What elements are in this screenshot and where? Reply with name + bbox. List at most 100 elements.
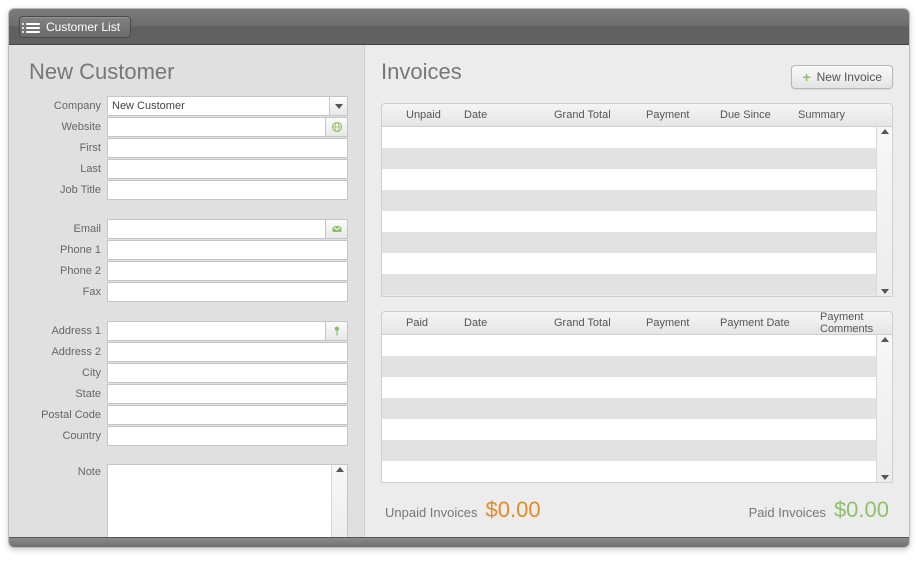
table-row[interactable] — [382, 419, 876, 440]
col-paid-total[interactable]: Grand Total — [550, 317, 642, 329]
new-customer-heading: New Customer — [29, 59, 348, 85]
paid-table-header: Paid Date Grand Total Payment Payment Da… — [381, 311, 893, 335]
unpaid-total-value: $0.00 — [486, 497, 541, 523]
address-group: Address 1 Address 2 City — [29, 320, 348, 447]
customer-form-panel: New Customer Company Website — [9, 45, 365, 537]
jobtitle-label: Job Title — [29, 184, 107, 196]
postal-input[interactable] — [107, 405, 348, 425]
scroll-down-icon — [881, 289, 889, 294]
open-website-button[interactable] — [326, 117, 348, 137]
col-unpaid-payment[interactable]: Payment — [642, 109, 716, 121]
paid-total-label: Paid Invoices — [749, 505, 826, 520]
note-input[interactable] — [108, 465, 331, 537]
bottom-bar — [9, 537, 909, 547]
table-row[interactable] — [382, 335, 876, 356]
col-unpaid-status[interactable]: Unpaid — [382, 109, 460, 121]
globe-icon — [331, 121, 343, 133]
last-input[interactable] — [107, 159, 348, 179]
send-email-button[interactable] — [326, 219, 348, 239]
col-paid-date[interactable]: Date — [460, 317, 550, 329]
col-unpaid-total[interactable]: Grand Total — [550, 109, 642, 121]
list-icon — [26, 21, 40, 33]
fax-label: Fax — [29, 286, 107, 298]
note-scrollbar[interactable] — [331, 465, 347, 537]
phone2-input[interactable] — [107, 261, 348, 281]
website-input[interactable] — [107, 117, 326, 137]
first-input[interactable] — [107, 138, 348, 158]
phone1-label: Phone 1 — [29, 244, 107, 256]
phone1-input[interactable] — [107, 240, 348, 260]
fax-input[interactable] — [107, 282, 348, 302]
email-input[interactable] — [107, 219, 326, 239]
paid-invoices-table: Paid Date Grand Total Payment Payment Da… — [381, 311, 893, 483]
table-row[interactable] — [382, 377, 876, 398]
col-paid-paydate[interactable]: Payment Date — [716, 317, 816, 329]
col-paid-comments[interactable]: Payment Comments — [816, 311, 892, 335]
city-input[interactable] — [107, 363, 348, 383]
new-invoice-label: New Invoice — [817, 70, 882, 84]
address1-input[interactable] — [107, 321, 326, 341]
email-label: Email — [29, 223, 107, 235]
company-input[interactable] — [107, 96, 330, 116]
col-unpaid-summary[interactable]: Summary — [794, 109, 892, 121]
paid-rows — [382, 335, 876, 482]
col-paid-status[interactable]: Paid — [382, 317, 460, 329]
customer-list-label: Customer List — [46, 20, 120, 34]
note-group: Note — [29, 464, 348, 537]
col-unpaid-due[interactable]: Due Since — [716, 109, 794, 121]
city-label: City — [29, 367, 107, 379]
table-row[interactable] — [382, 169, 876, 190]
top-toolbar: Customer List — [9, 9, 909, 45]
plus-icon: + — [802, 70, 810, 84]
contact-group: Email Phone 1 Phone 2 — [29, 218, 348, 303]
new-invoice-button[interactable]: + New Invoice — [791, 65, 893, 89]
table-row[interactable] — [382, 274, 876, 295]
scroll-up-icon — [881, 337, 889, 342]
identity-group: Company Website Firs — [29, 95, 348, 201]
table-row[interactable] — [382, 253, 876, 274]
scroll-down-icon — [881, 475, 889, 480]
table-row[interactable] — [382, 211, 876, 232]
unpaid-scrollbar[interactable] — [876, 127, 892, 296]
scroll-up-icon — [881, 129, 889, 134]
unpaid-table-header: Unpaid Date Grand Total Payment Due Sinc… — [381, 103, 893, 127]
unpaid-rows — [382, 127, 876, 296]
company-dropdown-button[interactable] — [330, 96, 348, 116]
table-row[interactable] — [382, 440, 876, 461]
company-label: Company — [29, 100, 107, 112]
unpaid-total-label: Unpaid Invoices — [385, 505, 478, 520]
col-paid-payment[interactable]: Payment — [642, 317, 716, 329]
address1-label: Address 1 — [29, 325, 107, 337]
jobtitle-input[interactable] — [107, 180, 348, 200]
invoices-heading: Invoices — [381, 59, 462, 85]
table-row[interactable] — [382, 398, 876, 419]
table-row[interactable] — [382, 190, 876, 211]
table-row[interactable] — [382, 232, 876, 253]
scroll-up-icon — [336, 467, 344, 472]
table-row[interactable] — [382, 461, 876, 482]
invoices-panel: Invoices + New Invoice Unpaid Date Grand… — [365, 45, 909, 537]
content-area: New Customer Company Website — [9, 45, 909, 537]
mail-icon — [331, 223, 343, 235]
table-row[interactable] — [382, 148, 876, 169]
paid-scrollbar[interactable] — [876, 335, 892, 482]
state-input[interactable] — [107, 384, 348, 404]
address2-label: Address 2 — [29, 346, 107, 358]
customer-list-button[interactable]: Customer List — [19, 16, 131, 38]
map-pin-icon — [331, 325, 343, 337]
last-label: Last — [29, 163, 107, 175]
note-label: Note — [29, 464, 107, 537]
country-input[interactable] — [107, 426, 348, 446]
col-unpaid-date[interactable]: Date — [460, 109, 550, 121]
phone2-label: Phone 2 — [29, 265, 107, 277]
totals-row: Unpaid Invoices $0.00 Paid Invoices $0.0… — [381, 497, 893, 523]
table-row[interactable] — [382, 127, 876, 148]
unpaid-invoices-table: Unpaid Date Grand Total Payment Due Sinc… — [381, 103, 893, 297]
country-label: Country — [29, 430, 107, 442]
state-label: State — [29, 388, 107, 400]
app-window: Customer List New Customer Company Websi… — [8, 8, 910, 548]
show-map-button[interactable] — [326, 321, 348, 341]
website-label: Website — [29, 121, 107, 133]
table-row[interactable] — [382, 356, 876, 377]
address2-input[interactable] — [107, 342, 348, 362]
